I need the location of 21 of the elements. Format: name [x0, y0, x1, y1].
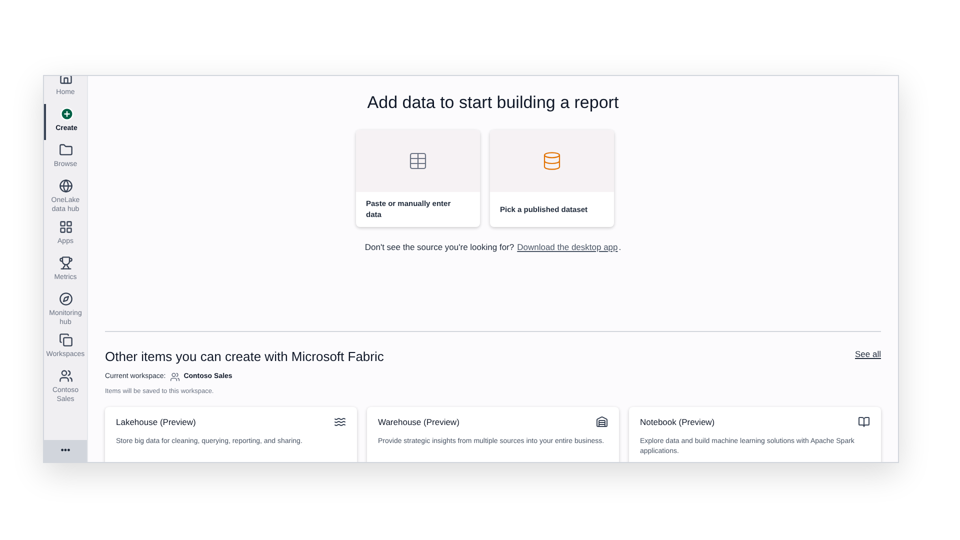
see-all-link[interactable]: See all [855, 348, 881, 361]
more-button[interactable]: ••• [44, 440, 87, 462]
people-icon [170, 372, 180, 382]
apps-icon [58, 220, 72, 234]
warehouse-icon [596, 416, 608, 428]
table-icon [408, 150, 428, 170]
desktop-app-link[interactable]: Download the desktop app [517, 240, 618, 254]
page-title: Add data to start building a report [367, 92, 619, 114]
compass-icon [58, 292, 72, 306]
section-title: Other items you can create with Microsoft Fabric [105, 348, 384, 366]
plus-icon [60, 107, 74, 121]
trophy-icon [58, 256, 72, 270]
notebook-icon [858, 416, 870, 428]
note-text: Don't see the source you're looking for? [364, 240, 514, 254]
workspaces-icon [58, 333, 72, 347]
link-period: . [618, 240, 622, 254]
dataset-icon [542, 150, 562, 170]
globe-icon [58, 179, 72, 193]
lakehouse-icon [334, 416, 346, 428]
folder-icon [58, 143, 72, 157]
people-icon [58, 369, 72, 383]
